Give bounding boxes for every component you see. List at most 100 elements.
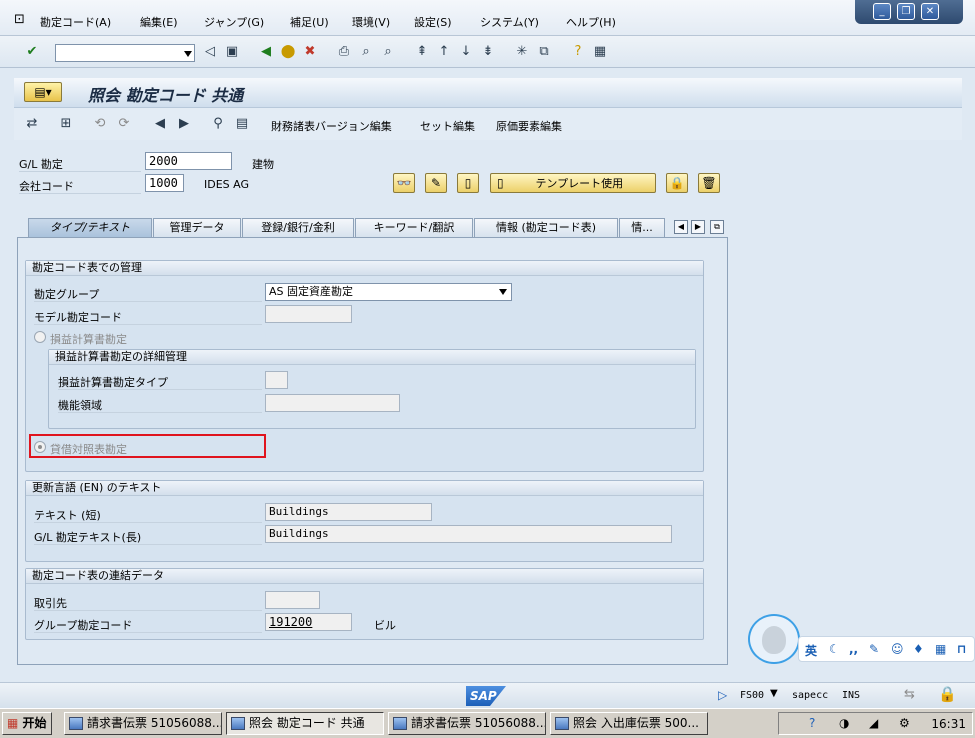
long-text-field[interactable]: Buildings [265, 525, 672, 543]
sap-menu-icon[interactable]: ⊡ [14, 12, 25, 27]
close-icon[interactable]: ✕ [921, 3, 939, 20]
command-input[interactable] [56, 45, 176, 61]
taskbar-item[interactable]: 請求書伝票 51056088... [388, 712, 546, 735]
chevron-down-icon[interactable] [184, 51, 192, 57]
start-label: 开始 [22, 716, 47, 730]
taskbar-item[interactable]: 請求書伝票 51056088... [64, 712, 222, 735]
first-page-icon[interactable]: ⇞ [414, 44, 430, 60]
shortcut-icon[interactable]: ⧉ [536, 44, 552, 60]
group-account-label: グループ勘定コード [34, 619, 133, 632]
block-lock-button[interactable]: 🔒 [666, 173, 688, 193]
taskbar-item-label: 照会 勘定コード 共通 [249, 716, 365, 730]
tab-control-data[interactable]: 管理データ [153, 218, 241, 238]
help-icon[interactable]: ? [570, 44, 586, 60]
trading-partner-field[interactable] [265, 591, 320, 609]
last-page-icon[interactable]: ⇟ [480, 44, 496, 60]
menu-environment[interactable]: 環境(V) [352, 14, 390, 30]
tab-scroll-left-icon[interactable]: ◀ [674, 220, 688, 234]
clock: 16:31 [931, 717, 966, 731]
cost-element-edit-button[interactable]: 原価要素編集 [496, 118, 562, 134]
grid-icon[interactable]: ▦ [935, 642, 946, 656]
taskbar-item-label: 照会 入出庫伝票 500... [573, 716, 699, 730]
next-page-icon[interactable]: ↓ [458, 44, 474, 60]
menu-extras[interactable]: 補足(U) [290, 14, 329, 30]
gl-account-field[interactable]: 2000 [145, 152, 232, 170]
glasses-display-button[interactable]: 👓 [393, 173, 415, 193]
cancel-icon[interactable]: ✖ [302, 44, 318, 60]
tab-type-text[interactable]: タイプ/テキスト [28, 218, 152, 238]
company-code-field[interactable]: 1000 [145, 174, 184, 192]
menu-goto[interactable]: ジャンプ(G) [204, 14, 264, 30]
hierarchy-icon[interactable]: ⊞ [58, 116, 74, 132]
set-edit-button[interactable]: セット編集 [420, 118, 475, 134]
transaction-menu-icon[interactable]: ▤▾ [24, 82, 62, 102]
find-next-icon[interactable]: ⌕ [380, 44, 396, 60]
find-icon[interactable]: ⌕ [358, 44, 374, 60]
start-button[interactable]: ▦ 开始 [2, 712, 52, 735]
new-session-icon[interactable]: ✳ [514, 44, 530, 60]
windows-taskbar: ▦ 开始 請求書伝票 51056088... 照会 勘定コード 共通 請求書伝票… [0, 708, 975, 738]
sample-account-field[interactable] [265, 305, 352, 323]
where-used-icon[interactable]: ⚲ [210, 116, 226, 132]
tab-list-icon[interactable]: ⧉ [710, 220, 724, 234]
account-group-dropdown[interactable]: AS 固定資産勘定 [265, 283, 512, 301]
tab-scroll-right-icon[interactable]: ▶ [691, 220, 705, 234]
menu-edit[interactable]: 編集(E) [140, 14, 178, 30]
layout-menu-icon[interactable]: ▦ [592, 44, 608, 60]
sample-account-label: モデル勘定コード [34, 311, 122, 324]
functional-area-field[interactable] [265, 394, 400, 412]
volume-tray-icon[interactable]: ◢ [869, 716, 878, 730]
edit-pencil-button[interactable]: ✎ [425, 173, 447, 193]
ime-language-toggle[interactable]: 英 [805, 642, 817, 659]
settings-tray-icon[interactable]: ⚙ [899, 716, 910, 730]
menu-settings[interactable]: 設定(S) [414, 14, 452, 30]
wrench-icon[interactable]: ✎ [869, 642, 879, 656]
status-expand-icon[interactable]: ▷ [718, 688, 727, 702]
document-icon[interactable]: ▤ [234, 116, 250, 132]
help-tray-icon[interactable]: ? [809, 716, 815, 730]
other-object-icon[interactable]: ⇄ [24, 116, 40, 132]
print-icon[interactable]: ⎙ [336, 44, 352, 60]
smiley-icon[interactable]: ☺ [891, 642, 904, 656]
group-account-field[interactable]: 191200 [265, 613, 352, 631]
shirt-icon[interactable]: ♦ [913, 642, 924, 656]
punctuation-icon[interactable]: ,, [849, 642, 858, 656]
command-field[interactable] [55, 44, 195, 62]
previous-icon[interactable]: ◀ [152, 116, 168, 132]
history-back-icon[interactable]: ◁ [202, 44, 218, 60]
moon-icon[interactable]: ☾ [829, 642, 840, 656]
tab-information-coa[interactable]: 情報 (勘定コード表) [474, 218, 618, 238]
save-icon[interactable]: ▣ [224, 44, 240, 60]
tab-create-bank-interest[interactable]: 登録/銀行/金利 [242, 218, 354, 238]
template-button[interactable]: ▯ テンプレート使用 [490, 173, 656, 193]
taskbar-item[interactable]: 照会 入出庫伝票 500... [550, 712, 708, 735]
menu-account[interactable]: 勘定コード(A) [40, 14, 111, 30]
ime-avatar-icon[interactable] [748, 614, 800, 664]
back-icon[interactable]: ◀ [258, 44, 274, 60]
minimize-icon[interactable]: _ [873, 3, 891, 20]
tab-keyword-translation[interactable]: キーワード/翻訳 [355, 218, 473, 238]
menu-system[interactable]: システム(Y) [480, 14, 539, 30]
server-name: sapecc [792, 690, 829, 701]
create-new-button[interactable]: ▯ [457, 173, 479, 193]
chevron-down-icon[interactable] [499, 289, 507, 295]
pl-account-radio[interactable] [34, 331, 46, 343]
lock-icon[interactable]: ⊓ [957, 642, 967, 656]
delete-trash-button[interactable]: 🗑 [698, 173, 720, 193]
pl-account-radio-label: 損益計算書勘定 [50, 333, 127, 346]
display-change-icon[interactable]: ⟲ [92, 116, 108, 132]
prev-page-icon[interactable]: ↑ [436, 44, 452, 60]
menu-help[interactable]: ヘルプ(H) [566, 14, 616, 30]
fin-statement-version-button[interactable]: 財務諸表バージョン編集 [271, 118, 392, 134]
taskbar-item[interactable]: 照会 勘定コード 共通 [226, 712, 384, 735]
restore-icon[interactable]: ❐ [897, 3, 915, 20]
chevron-down-icon[interactable]: ▼ [770, 688, 778, 699]
display-change-icon-2[interactable]: ⟳ [116, 116, 132, 132]
enter-check-icon[interactable]: ✔ [24, 44, 40, 60]
pl-type-field[interactable] [265, 371, 288, 389]
exit-icon[interactable]: ⬤ [280, 44, 296, 60]
short-text-field[interactable]: Buildings [265, 503, 432, 521]
network-tray-icon[interactable]: ◑ [839, 716, 849, 730]
next-icon[interactable]: ▶ [176, 116, 192, 132]
tab-information-more[interactable]: 情... [619, 218, 665, 238]
